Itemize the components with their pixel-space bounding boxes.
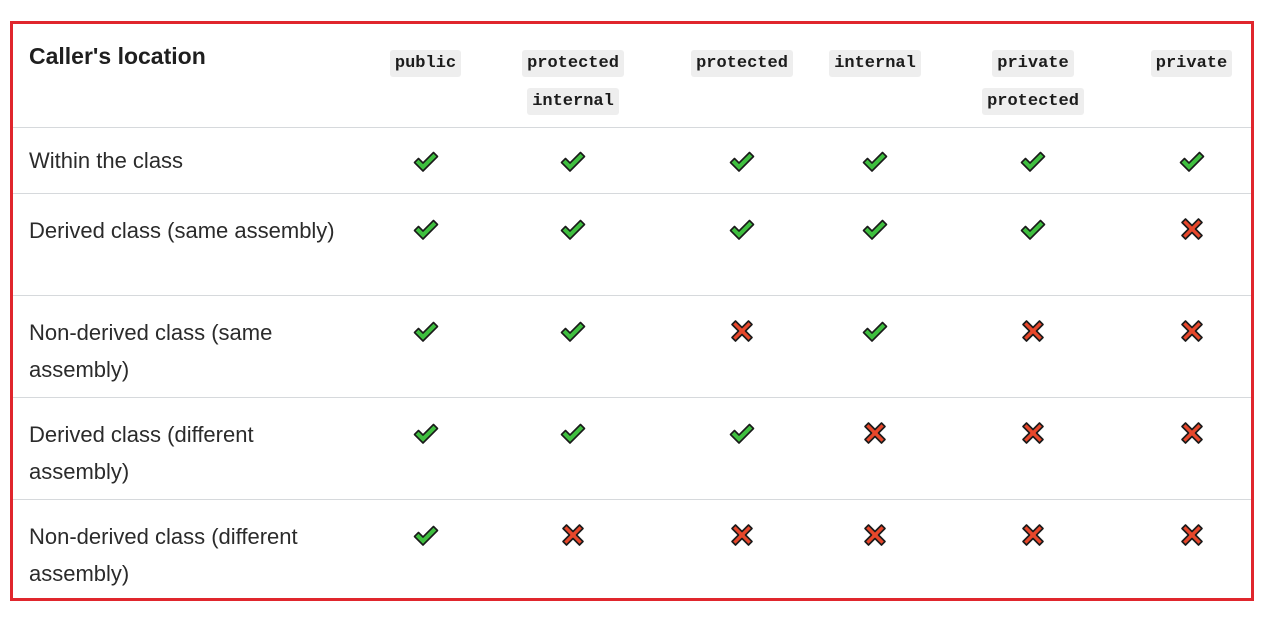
- access-cell: [934, 295, 1132, 397]
- check-mark-icon: [728, 216, 756, 242]
- access-cell: [1132, 295, 1251, 397]
- access-cell: [1132, 397, 1251, 499]
- access-modifiers-table: Caller's location public protected inter…: [13, 24, 1251, 601]
- cross-mark-icon: [1019, 522, 1047, 548]
- cross-mark-icon: [1019, 318, 1047, 344]
- modifier-code: internal: [829, 50, 921, 77]
- cross-mark-icon: [1178, 216, 1206, 242]
- access-cell: [668, 295, 816, 397]
- modifier-code: public: [389, 50, 462, 77]
- access-cell: [373, 499, 478, 601]
- access-cell: [373, 295, 478, 397]
- table-row: Non-derived class (different assembly): [13, 499, 1251, 601]
- access-cell: [934, 397, 1132, 499]
- access-cell: [816, 295, 934, 397]
- access-cell: [816, 193, 934, 295]
- cross-mark-icon: [1178, 420, 1206, 446]
- access-cell: [668, 127, 816, 193]
- access-cell: [373, 397, 478, 499]
- access-cell: [478, 193, 668, 295]
- access-cell: [478, 127, 668, 193]
- check-mark-icon: [412, 420, 440, 446]
- access-cell: [373, 127, 478, 193]
- table-row: Derived class (same assembly): [13, 193, 1251, 295]
- cross-mark-icon: [861, 420, 889, 446]
- check-mark-icon: [1019, 148, 1047, 174]
- access-cell: [373, 193, 478, 295]
- cross-mark-icon: [728, 318, 756, 344]
- check-mark-icon: [412, 318, 440, 344]
- access-cell: [1132, 499, 1251, 601]
- header-public: public: [373, 24, 478, 127]
- check-mark-icon: [728, 420, 756, 446]
- check-mark-icon: [728, 148, 756, 174]
- caller-location-cell: Derived class (different assembly): [29, 421, 254, 484]
- table-row: Derived class (different assembly): [13, 397, 1251, 499]
- cross-mark-icon: [1178, 522, 1206, 548]
- header-private-protected: private protected: [934, 24, 1132, 127]
- header-protected-internal: protected internal: [478, 24, 668, 127]
- access-cell: [478, 295, 668, 397]
- cross-mark-icon: [861, 522, 889, 548]
- caller-location-cell: Non-derived class (different assembly): [29, 523, 298, 586]
- modifier-code: protected: [982, 88, 1084, 115]
- header-callers-location: Caller's location: [29, 43, 206, 69]
- check-mark-icon: [861, 148, 889, 174]
- cross-mark-icon: [559, 522, 587, 548]
- access-cell: [816, 397, 934, 499]
- modifier-code: private: [992, 50, 1074, 77]
- access-cell: [934, 127, 1132, 193]
- modifier-code: internal: [527, 88, 619, 115]
- check-mark-icon: [412, 148, 440, 174]
- access-cell: [934, 499, 1132, 601]
- header-internal: internal: [816, 24, 934, 127]
- check-mark-icon: [412, 216, 440, 242]
- table-row: Within the class: [13, 127, 1251, 193]
- modifier-code: protected: [522, 50, 624, 77]
- table-header-row: Caller's location public protected inter…: [13, 24, 1251, 127]
- check-mark-icon: [1019, 216, 1047, 242]
- header-protected: protected: [668, 24, 816, 127]
- cross-mark-icon: [728, 522, 756, 548]
- access-cell: [934, 193, 1132, 295]
- caller-location-cell: Derived class (same assembly): [29, 217, 335, 243]
- access-cell: [816, 499, 934, 601]
- access-cell: [668, 499, 816, 601]
- header-private: private: [1132, 24, 1251, 127]
- access-cell: [478, 397, 668, 499]
- check-mark-icon: [559, 420, 587, 446]
- access-cell: [668, 397, 816, 499]
- highlight-frame: Caller's location public protected inter…: [10, 21, 1254, 601]
- check-mark-icon: [412, 522, 440, 548]
- access-cell: [1132, 193, 1251, 295]
- table-row: Non-derived class (same assembly): [13, 295, 1251, 397]
- access-cell: [1132, 127, 1251, 193]
- cross-mark-icon: [1019, 420, 1047, 446]
- check-mark-icon: [559, 318, 587, 344]
- check-mark-icon: [861, 216, 889, 242]
- caller-location-cell: Non-derived class (same assembly): [29, 319, 273, 382]
- check-mark-icon: [861, 318, 889, 344]
- check-mark-icon: [559, 216, 587, 242]
- modifier-code: protected: [691, 50, 793, 77]
- cross-mark-icon: [1178, 318, 1206, 344]
- caller-location-cell: Within the class: [29, 147, 184, 173]
- access-cell: [816, 127, 934, 193]
- modifier-code: private: [1150, 50, 1233, 77]
- access-cell: [478, 499, 668, 601]
- access-cell: [668, 193, 816, 295]
- check-mark-icon: [559, 148, 587, 174]
- check-mark-icon: [1178, 148, 1206, 174]
